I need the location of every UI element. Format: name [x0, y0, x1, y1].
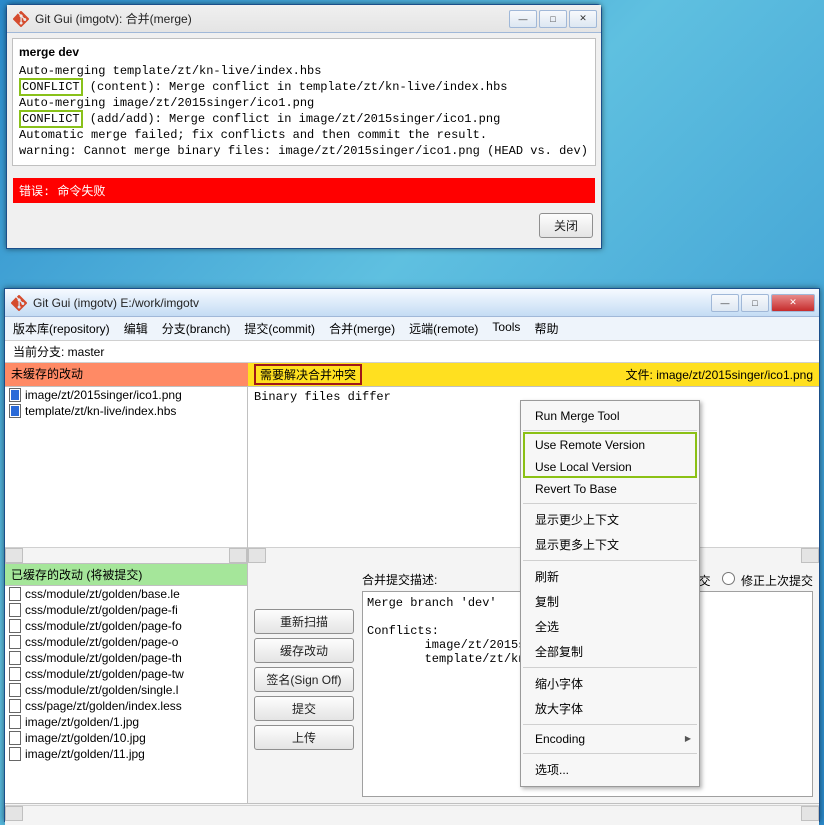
- menu-help[interactable]: 帮助: [534, 320, 558, 337]
- ctx-revert-base[interactable]: Revert To Base: [521, 478, 699, 500]
- current-file-label: 文件: image/zt/2015singer/ico1.png: [626, 366, 813, 383]
- menu-merge[interactable]: 合并(merge): [329, 320, 395, 337]
- unstaged-files-list[interactable]: image/zt/2015singer/ico1.png template/zt…: [5, 387, 248, 563]
- list-item[interactable]: template/zt/kn-live/index.hbs: [5, 403, 247, 419]
- window-controls: — □ ✕: [711, 294, 815, 312]
- merge-dialog-title: Git Gui (imgotv): 合并(merge): [35, 10, 509, 27]
- ctx-run-merge-tool[interactable]: Run Merge Tool: [521, 405, 699, 427]
- file-icon: [9, 404, 21, 418]
- signoff-button[interactable]: 签名(Sign Off): [254, 667, 354, 692]
- window-controls: — □ ✕: [509, 10, 597, 28]
- file-icon: [9, 667, 21, 681]
- amend-commit-radio[interactable]: 修正上次提交: [717, 569, 813, 589]
- main-window-title: Git Gui (imgotv) E:/work/imgotv: [33, 296, 711, 310]
- merge-dialog-window: Git Gui (imgotv): 合并(merge) — □ ✕ merge …: [6, 4, 602, 249]
- conflict-marker: CONFLICT: [19, 110, 83, 128]
- list-item[interactable]: image/zt/golden/11.jpg: [5, 746, 247, 762]
- ctx-copy-all[interactable]: 全部复制: [521, 639, 699, 664]
- merge-log: Auto-merging template/zt/kn-live/index.h…: [19, 63, 589, 159]
- file-icon: [9, 619, 21, 633]
- conflict-prompt: 需要解决合并冲突: [254, 364, 362, 385]
- maximize-button[interactable]: □: [539, 10, 567, 28]
- unstaged-changes-header: 未缓存的改动: [5, 363, 248, 387]
- ctx-smaller-font[interactable]: 缩小字体: [521, 671, 699, 696]
- push-button[interactable]: 上传: [254, 725, 354, 750]
- merge-operation-title: merge dev: [19, 45, 589, 59]
- current-branch-bar: 当前分支: master: [5, 341, 819, 363]
- list-item[interactable]: css/module/zt/golden/base.le: [5, 586, 247, 602]
- menu-repository[interactable]: 版本库(repository): [13, 320, 110, 337]
- menu-remote[interactable]: 远端(remote): [409, 320, 478, 337]
- scrollbar[interactable]: [5, 547, 247, 563]
- rescan-button[interactable]: 重新扫描: [254, 609, 354, 634]
- merge-output-panel: merge dev Auto-merging template/zt/kn-li…: [12, 38, 596, 166]
- list-item[interactable]: image/zt/golden/10.jpg: [5, 730, 247, 746]
- ctx-show-less[interactable]: 显示更少上下文: [521, 507, 699, 532]
- menu-commit[interactable]: 提交(commit): [244, 320, 315, 337]
- diff-header: 需要解决合并冲突 文件: image/zt/2015singer/ico1.pn…: [248, 363, 819, 387]
- staged-files-list[interactable]: css/module/zt/golden/base.le css/module/…: [5, 586, 247, 803]
- ctx-copy[interactable]: 复制: [521, 589, 699, 614]
- list-item[interactable]: css/module/zt/golden/page-o: [5, 634, 247, 650]
- ctx-select-all[interactable]: 全选: [521, 614, 699, 639]
- file-icon: [9, 651, 21, 665]
- git-icon: [11, 295, 27, 311]
- commit-desc-label: 合并提交描述:: [362, 571, 437, 588]
- ctx-encoding[interactable]: Encoding: [521, 728, 699, 750]
- git-icon: [13, 11, 29, 27]
- close-button[interactable]: ✕: [569, 10, 597, 28]
- file-icon: [9, 731, 21, 745]
- menu-bar: 版本库(repository) 编辑 分支(branch) 提交(commit)…: [5, 317, 819, 341]
- ctx-use-local[interactable]: Use Local Version: [521, 456, 699, 478]
- diff-text: Binary files differ: [254, 390, 391, 404]
- staged-changes-header: 已缓存的改动 (将被提交): [5, 563, 247, 586]
- file-icon: [9, 683, 21, 697]
- close-dialog-button[interactable]: 关闭: [539, 213, 593, 238]
- file-icon: [9, 388, 21, 402]
- ctx-use-remote[interactable]: Use Remote Version: [521, 434, 699, 456]
- list-item[interactable]: image/zt/golden/1.jpg: [5, 714, 247, 730]
- ctx-larger-font[interactable]: 放大字体: [521, 696, 699, 721]
- conflict-marker: CONFLICT: [19, 78, 83, 96]
- ctx-refresh[interactable]: 刷新: [521, 564, 699, 589]
- error-banner: 错误: 命令失败: [13, 178, 595, 203]
- minimize-button[interactable]: —: [711, 294, 739, 312]
- commit-button[interactable]: 提交: [254, 696, 354, 721]
- context-menu: Run Merge Tool Use Remote Version Use Lo…: [520, 400, 700, 787]
- file-icon: [9, 635, 21, 649]
- maximize-button[interactable]: □: [741, 294, 769, 312]
- main-titlebar[interactable]: Git Gui (imgotv) E:/work/imgotv — □ ✕: [5, 289, 819, 317]
- file-icon: [9, 699, 21, 713]
- file-icon: [9, 715, 21, 729]
- ctx-show-more[interactable]: 显示更多上下文: [521, 532, 699, 557]
- list-item[interactable]: css/module/zt/golden/single.l: [5, 682, 247, 698]
- minimize-button[interactable]: —: [509, 10, 537, 28]
- scrollbar[interactable]: [5, 805, 819, 821]
- list-item[interactable]: css/page/zt/golden/index.less: [5, 698, 247, 714]
- merge-dialog-titlebar[interactable]: Git Gui (imgotv): 合并(merge) — □ ✕: [7, 5, 601, 33]
- list-item[interactable]: css/module/zt/golden/page-fi: [5, 602, 247, 618]
- menu-branch[interactable]: 分支(branch): [162, 320, 231, 337]
- list-item[interactable]: css/module/zt/golden/page-tw: [5, 666, 247, 682]
- close-button[interactable]: ✕: [771, 294, 815, 312]
- file-icon: [9, 587, 21, 601]
- menu-tools[interactable]: Tools: [492, 320, 520, 337]
- list-item[interactable]: css/module/zt/golden/page-th: [5, 650, 247, 666]
- stage-button[interactable]: 缓存改动: [254, 638, 354, 663]
- menu-edit[interactable]: 编辑: [124, 320, 148, 337]
- file-icon: [9, 603, 21, 617]
- file-icon: [9, 747, 21, 761]
- list-item[interactable]: css/module/zt/golden/page-fo: [5, 618, 247, 634]
- ctx-options[interactable]: 选项...: [521, 757, 699, 782]
- list-item[interactable]: image/zt/2015singer/ico1.png: [5, 387, 247, 403]
